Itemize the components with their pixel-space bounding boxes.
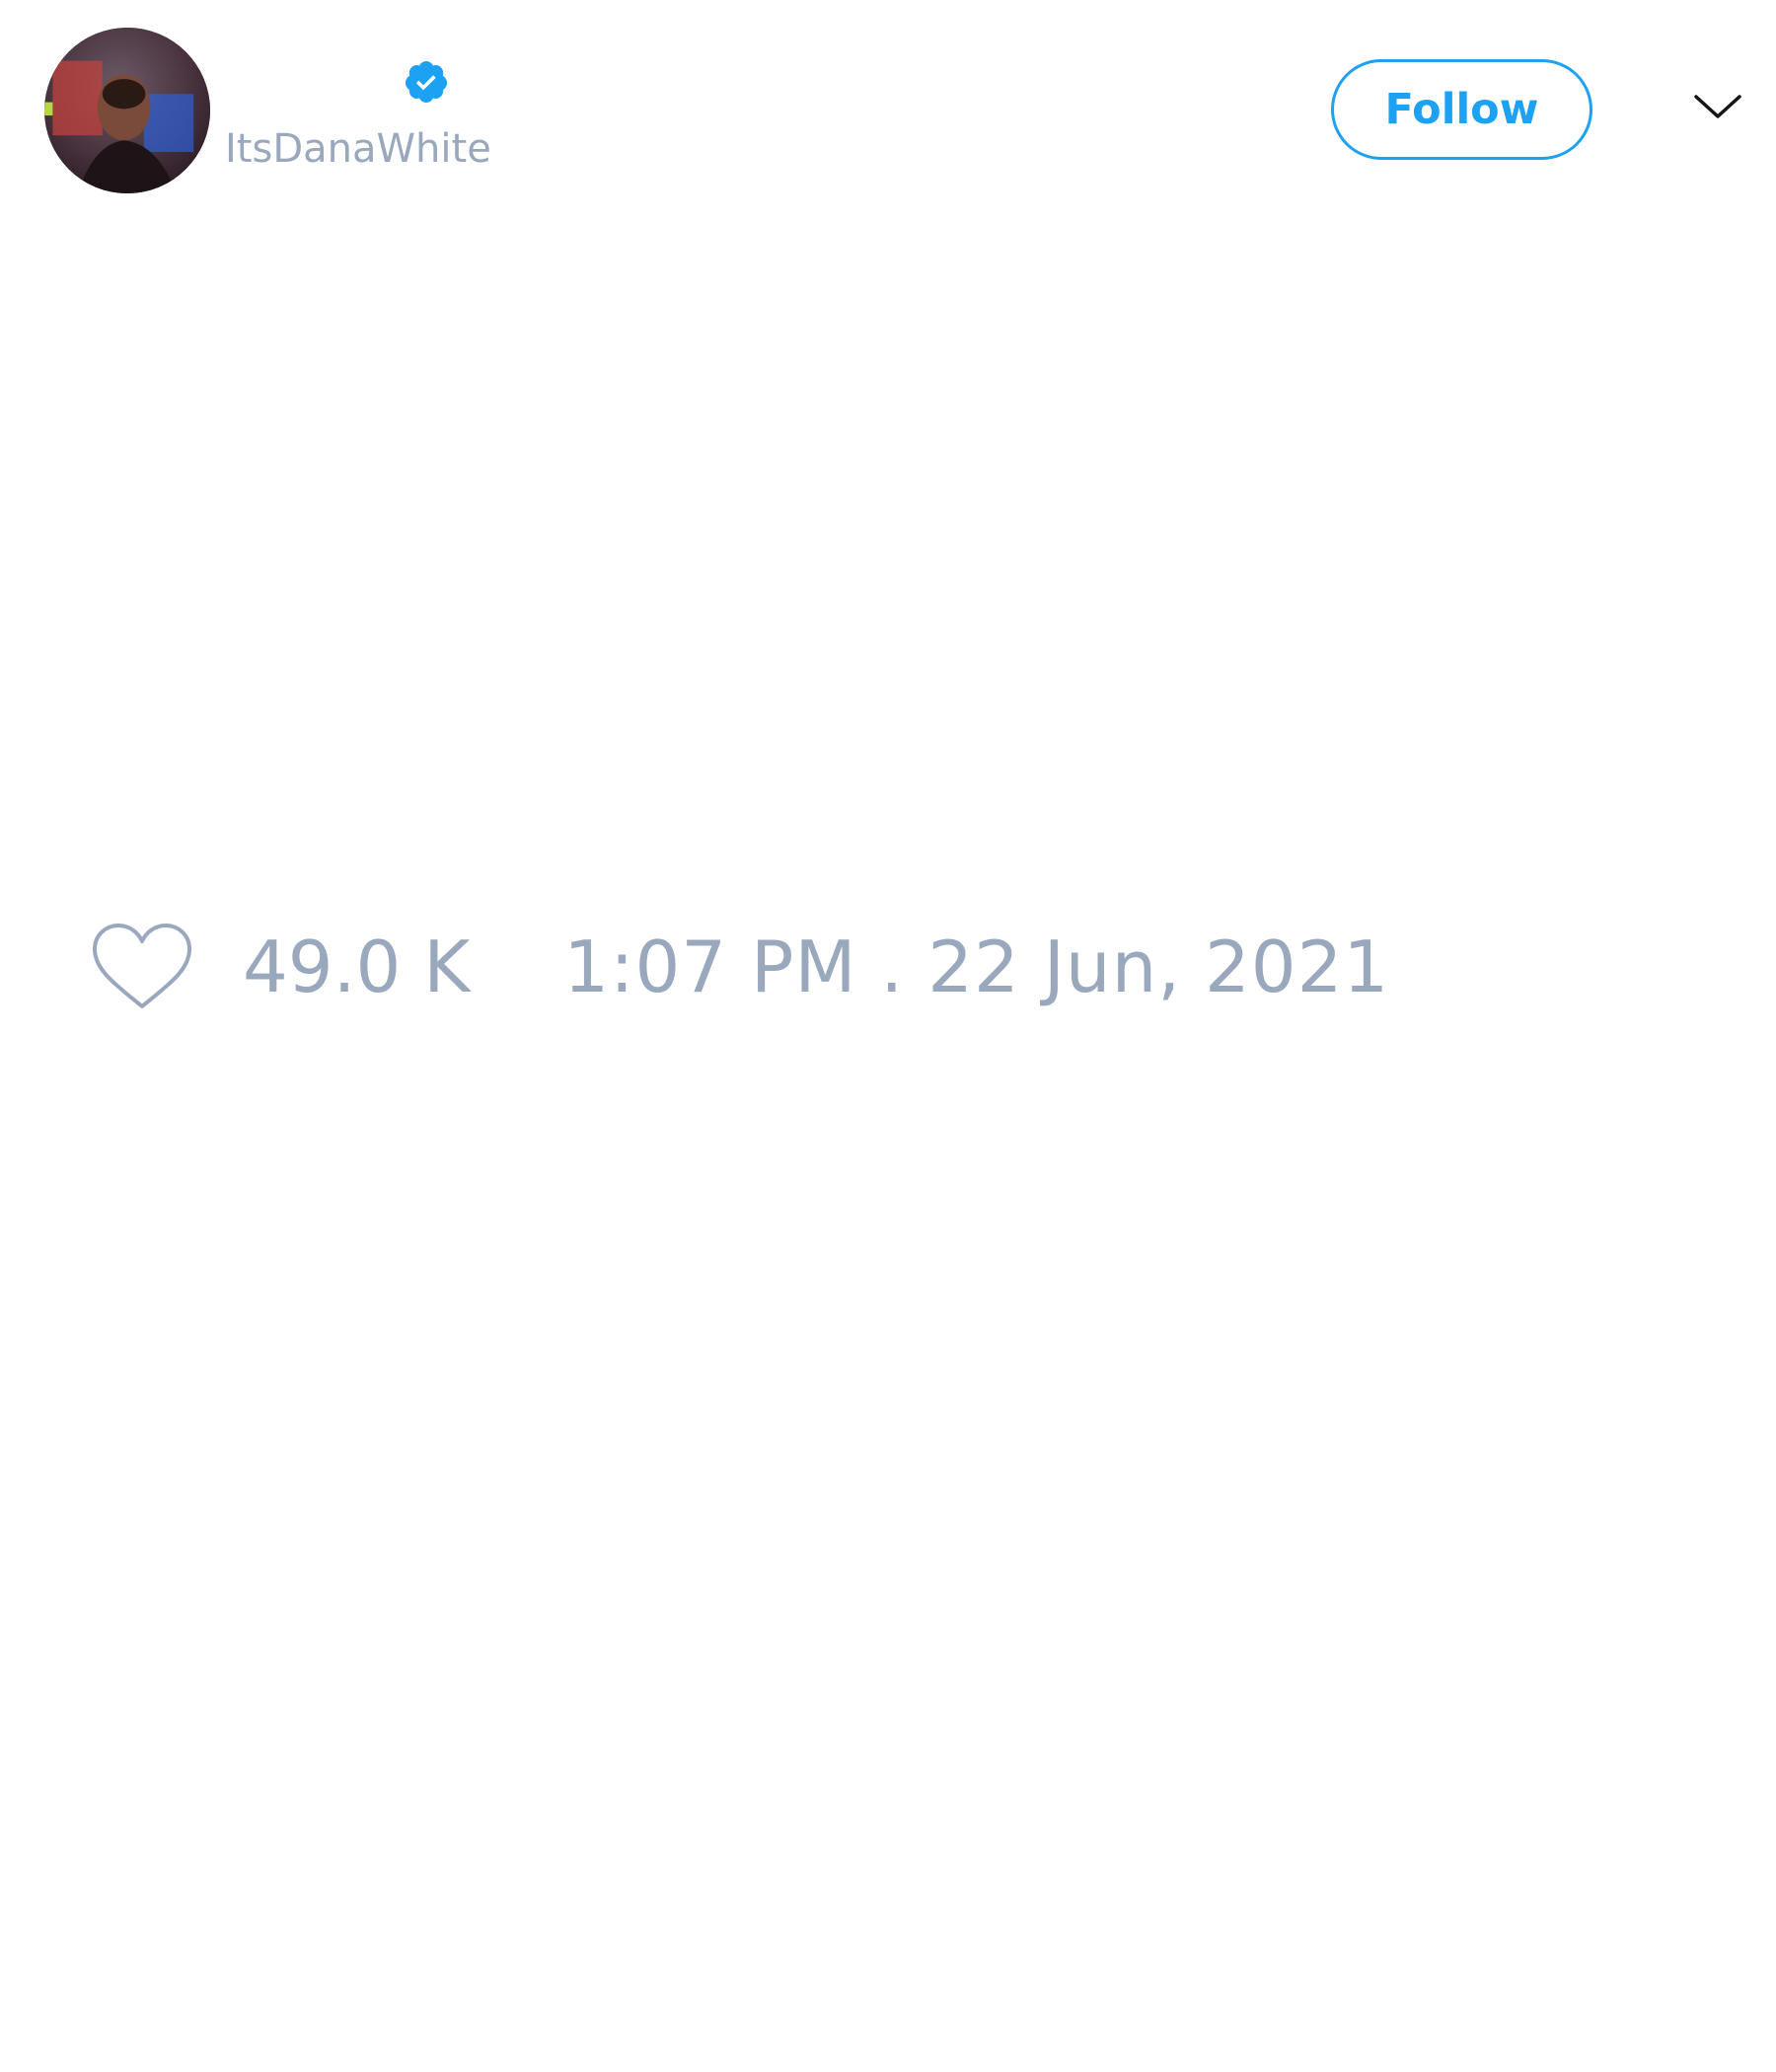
- tweet-actions-row: 49.0 K 1:07 PM . 22 Jun, 2021: [89, 918, 1389, 1016]
- avatar-photo: [44, 28, 210, 193]
- author-name-row: [225, 54, 450, 110]
- heart-outline-icon[interactable]: [89, 920, 195, 1014]
- author-handle[interactable]: ItsDanaWhite: [225, 126, 491, 172]
- verified-badge-icon: [403, 58, 450, 106]
- chevron-down-icon[interactable]: [1693, 89, 1742, 128]
- follow-button[interactable]: Follow: [1331, 59, 1592, 160]
- tweet-card: ItsDanaWhite Follow 49.0 K 1:07 PM . 22 …: [0, 0, 1776, 2072]
- like-count: 49.0 K: [243, 925, 471, 1008]
- avatar[interactable]: [44, 28, 210, 193]
- tweet-timestamp[interactable]: 1:07 PM . 22 Jun, 2021: [563, 925, 1389, 1008]
